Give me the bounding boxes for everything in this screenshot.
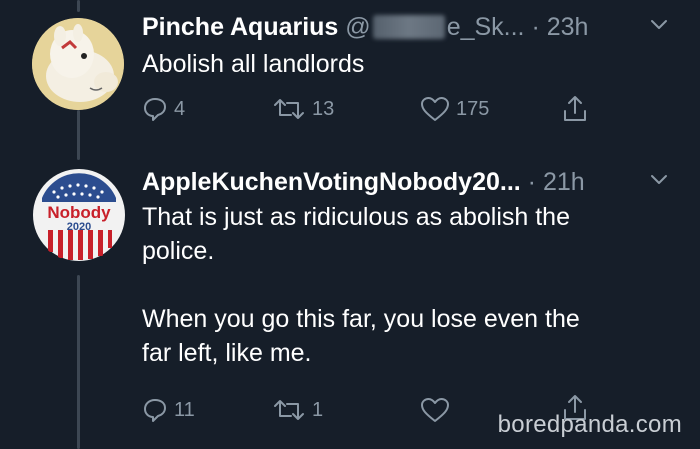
heart-icon [421,97,449,121]
tweet-1-text: Abolish all landlords [142,47,364,81]
heart-icon [421,398,449,422]
tweet-2-header: AppleKuchenVotingNobody20... · 21h [142,167,585,197]
tweet-1-menu-button[interactable] [650,16,668,39]
tweet-2-text-line-1: That is just as ridiculous as abolish th… [142,203,570,231]
nobody-2020-badge-icon: Nobody 2020 [33,169,125,261]
tweet-1-like-count: 175 [456,97,490,120]
tweet-1-header: Pinche Aquarius @ e_Sk... · 23h [142,12,588,42]
tweet-2-text-line-4: far left, like me. [142,339,312,367]
chevron-down-icon [651,20,667,29]
tweet-2-reply-button[interactable]: 11 [142,397,195,423]
watermark: boredpanda.com [497,411,682,438]
thread-line-middle [77,110,80,160]
badge-year-text: 2020 [67,221,91,233]
tweet-1-retweet-button[interactable]: 13 [272,96,334,122]
tweet-1-retweet-count: 13 [312,97,335,120]
tweet-1-handle-prefix: @ [345,13,371,41]
tweet-2-like-button[interactable] [420,397,456,423]
tweet-2-timestamp[interactable]: · 21h [528,168,585,196]
tweet-1-reply-count: 4 [174,97,186,120]
avatar-applekuchen[interactable]: Nobody 2020 [32,168,126,262]
tweet-2-display-name[interactable]: AppleKuchenVotingNobody20... [142,168,521,196]
tweet-1-handle-suffix: e_Sk... [446,13,525,41]
badge-nobody-text: Nobody [47,203,111,222]
tweet-1-timestamp[interactable]: · 23h [531,13,588,41]
chevron-down-icon [651,175,667,184]
share-icon [564,96,586,121]
thread-line-top [77,0,80,12]
tweet-2-text-line-2: police. [142,237,215,265]
tweet-2-reply-count: 11 [174,398,195,421]
avatar-pinche-aquarius[interactable] [32,18,124,110]
tweet-1-share-button[interactable] [560,94,590,124]
tweet-1-display-name[interactable]: Pinche Aquarius [142,13,338,41]
reply-icon [144,98,166,121]
tweet-2-text: That is just as ridiculous as abolish th… [142,200,580,370]
thread-line-bottom [77,275,80,449]
tweet-2-text-spacer [142,268,580,302]
reply-icon [144,399,166,422]
tweet-1-text-line: Abolish all landlords [142,50,365,78]
moomin-avatar-icon [32,18,124,110]
retweet-icon [274,99,304,119]
tweet-1-handle-redacted [372,15,445,39]
tweet-2-retweet-button[interactable]: 1 [272,397,323,423]
tweet-1-like-button[interactable]: 175 [420,96,489,122]
tweet-2-menu-button[interactable] [650,171,668,194]
tweet-1-handle[interactable]: @ e_Sk... [345,13,524,41]
tweet-1-reply-button[interactable]: 4 [142,96,185,122]
tweet-2-text-line-3: When you go this far, you lose even the [142,305,580,333]
retweet-icon [274,400,304,420]
tweet-2-retweet-count: 1 [312,398,324,421]
